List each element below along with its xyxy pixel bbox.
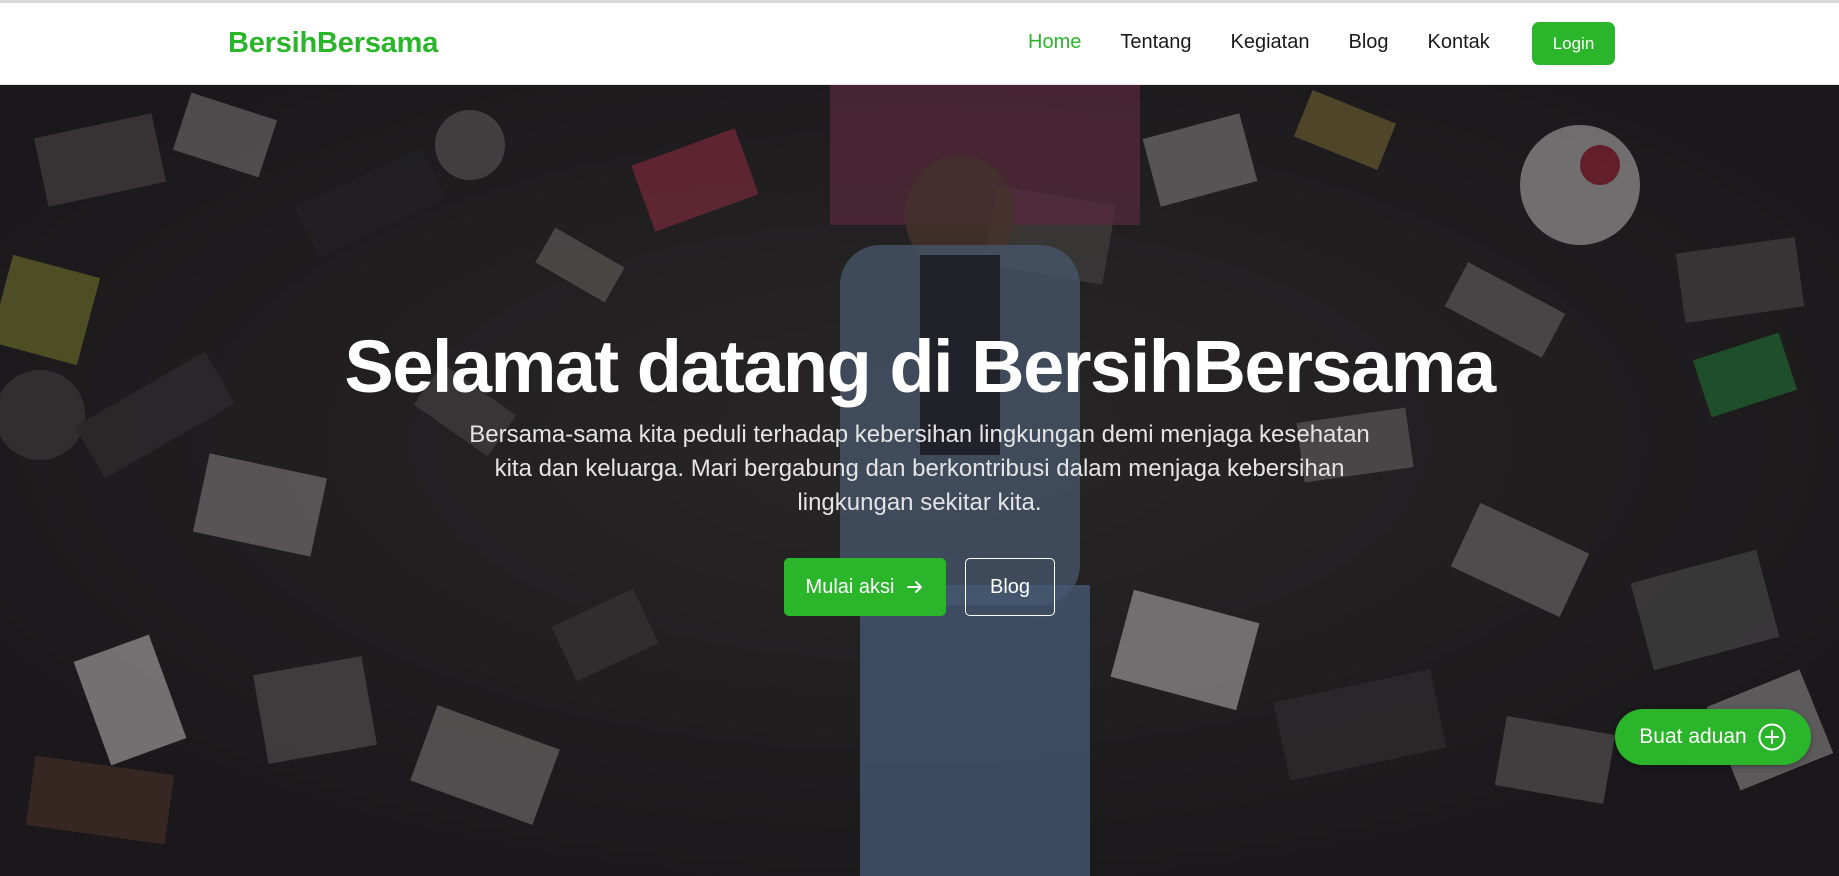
nav-link-kontak[interactable]: Kontak	[1428, 31, 1490, 54]
nav-link-tentang[interactable]: Tentang	[1120, 31, 1191, 54]
login-button[interactable]: Login	[1532, 22, 1615, 65]
hero-section: Selamat datang di BersihBersama Bersama-…	[0, 85, 1839, 876]
nav-link-kegiatan[interactable]: Kegiatan	[1231, 31, 1310, 54]
nav-link-home[interactable]: Home	[1028, 31, 1081, 54]
start-action-label: Mulai aksi	[805, 575, 895, 598]
create-complaint-button[interactable]: Buat aduan	[1615, 709, 1811, 765]
hero-description: Bersama-sama kita peduli terhadap kebers…	[469, 421, 1370, 516]
brand-logo[interactable]: BersihBersama	[228, 27, 438, 60]
blog-button[interactable]: Blog	[965, 558, 1055, 616]
plus-circle-icon	[1757, 722, 1787, 752]
start-action-button[interactable]: Mulai aksi	[784, 558, 946, 616]
create-complaint-label: Buat aduan	[1639, 725, 1747, 748]
nav-links: Home Tentang Kegiatan Blog Kontak	[1028, 31, 1529, 54]
hero-title: Selamat datang di BersihBersama	[344, 325, 1496, 408]
navbar: BersihBersama Home Tentang Kegiatan Blog…	[0, 3, 1839, 85]
nav-link-blog[interactable]: Blog	[1349, 31, 1389, 54]
arrow-right-icon	[906, 578, 924, 596]
